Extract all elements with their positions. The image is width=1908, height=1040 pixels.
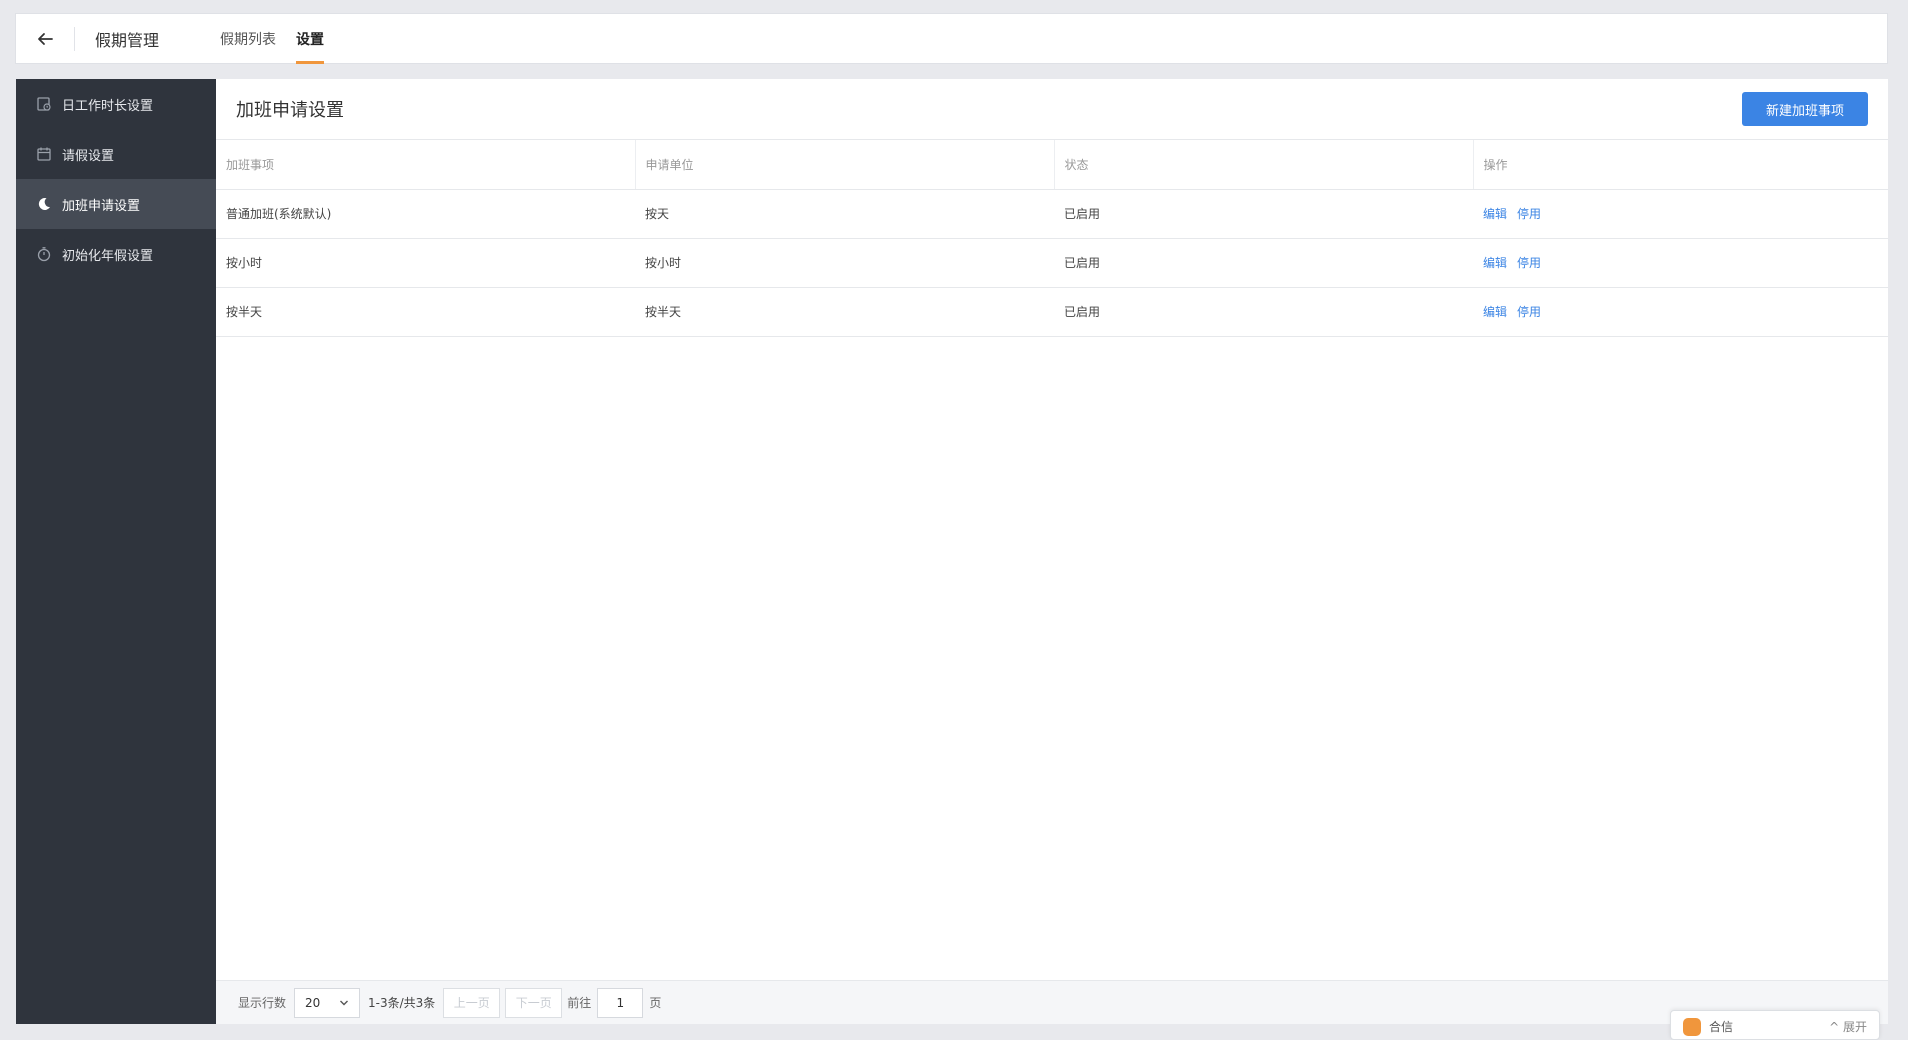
cell-item: 按小时: [216, 238, 635, 288]
page-size-value: 20: [305, 995, 321, 1010]
top-header: 假期管理 假期列表 设置: [15, 13, 1888, 64]
column-header-item: 加班事项: [216, 140, 636, 190]
new-overtime-item-button[interactable]: 新建加班事项: [1742, 92, 1868, 126]
app-logo-icon: [1683, 1018, 1701, 1036]
moon-icon: [36, 196, 52, 212]
disable-link[interactable]: 停用: [1517, 207, 1541, 221]
column-header-actions: 操作: [1473, 140, 1888, 190]
chevron-down-icon: [340, 1000, 349, 1005]
arrow-left-icon: [38, 32, 53, 45]
tab-settings[interactable]: 设置: [296, 13, 324, 64]
sidebar-item-annual-leave-init[interactable]: 初始化年假设置: [16, 229, 216, 279]
cell-status: 已启用: [1054, 189, 1473, 239]
table-row: 普通加班(系统默认) 按天 已启用 编辑 停用: [216, 189, 1888, 239]
clock-calendar-icon: [36, 96, 52, 112]
sidebar-item-leave-settings[interactable]: 请假设置: [16, 129, 216, 179]
settings-sidebar: 日工作时长设置 请假设置 加班申请设置 初始化年假设置: [16, 79, 216, 1024]
table-row: 按半天 按半天 已启用 编辑 停用: [216, 287, 1888, 337]
edit-link[interactable]: 编辑: [1483, 305, 1507, 319]
cell-actions: 编辑 停用: [1473, 287, 1888, 337]
sidebar-item-label: 加班申请设置: [62, 198, 141, 214]
back-button[interactable]: [16, 13, 74, 64]
cell-actions: 编辑 停用: [1473, 238, 1888, 288]
widget-title: 合信: [1709, 1020, 1734, 1034]
edit-link[interactable]: 编辑: [1483, 207, 1507, 221]
sidebar-item-overtime-settings[interactable]: 加班申请设置: [16, 179, 216, 229]
column-header-status: 状态: [1054, 140, 1474, 190]
page-suffix-label: 页: [649, 996, 662, 1010]
column-header-unit: 申请单位: [635, 140, 1055, 190]
main-panel: 加班申请设置 新建加班事项 加班事项 申请单位 状态 操作 普通加班(系统默认)…: [216, 79, 1888, 1024]
top-tabs: 假期列表 设置: [220, 13, 344, 64]
record-range-text: 1-3条/共3条: [368, 996, 436, 1010]
cell-unit: 按天: [635, 189, 1054, 239]
sidebar-item-label: 日工作时长设置: [62, 98, 154, 114]
timer-icon: [36, 246, 52, 262]
cell-unit: 按小时: [635, 238, 1054, 288]
cell-status: 已启用: [1054, 287, 1473, 337]
pagination-bar: 显示行数 20 1-3条/共3条 上一页 下一页 前往 页: [216, 980, 1888, 1024]
prev-page-button[interactable]: 上一页: [443, 987, 501, 1018]
module-title: 假期管理: [95, 30, 160, 50]
header-divider: [74, 26, 75, 51]
cell-unit: 按半天: [635, 287, 1054, 337]
page-size-select[interactable]: 20: [294, 987, 361, 1018]
widget-expand-toggle[interactable]: ^ 展开: [1829, 1018, 1867, 1035]
sidebar-item-label: 初始化年假设置: [62, 248, 154, 264]
goto-label: 前往: [567, 996, 592, 1010]
cell-status: 已启用: [1054, 238, 1473, 288]
edit-link[interactable]: 编辑: [1483, 256, 1507, 270]
cell-actions: 编辑 停用: [1473, 189, 1888, 239]
disable-link[interactable]: 停用: [1517, 305, 1541, 319]
tab-holiday-list[interactable]: 假期列表: [220, 13, 276, 64]
sidebar-item-label: 请假设置: [62, 148, 115, 164]
next-page-button[interactable]: 下一页: [505, 987, 563, 1018]
calendar-icon: [36, 146, 52, 162]
disable-link[interactable]: 停用: [1517, 256, 1541, 270]
page-title: 加班申请设置: [236, 100, 344, 121]
floating-chat-widget[interactable]: 合信 ^ 展开: [1670, 1010, 1880, 1040]
rows-per-page-label: 显示行数: [238, 996, 287, 1010]
sidebar-item-daily-work-hours[interactable]: 日工作时长设置: [16, 79, 216, 129]
cell-item: 普通加班(系统默认): [216, 189, 635, 239]
goto-page-input[interactable]: [597, 987, 644, 1018]
table-row: 按小时 按小时 已启用 编辑 停用: [216, 238, 1888, 288]
overtime-items-table: 加班事项 申请单位 状态 操作 普通加班(系统默认) 按天 已启用 编辑 停用 按…: [216, 140, 1888, 337]
panel-header: 加班申请设置 新建加班事项: [216, 79, 1888, 140]
cell-item: 按半天: [216, 287, 635, 337]
table-header-row: 加班事项 申请单位 状态 操作: [216, 140, 1888, 190]
